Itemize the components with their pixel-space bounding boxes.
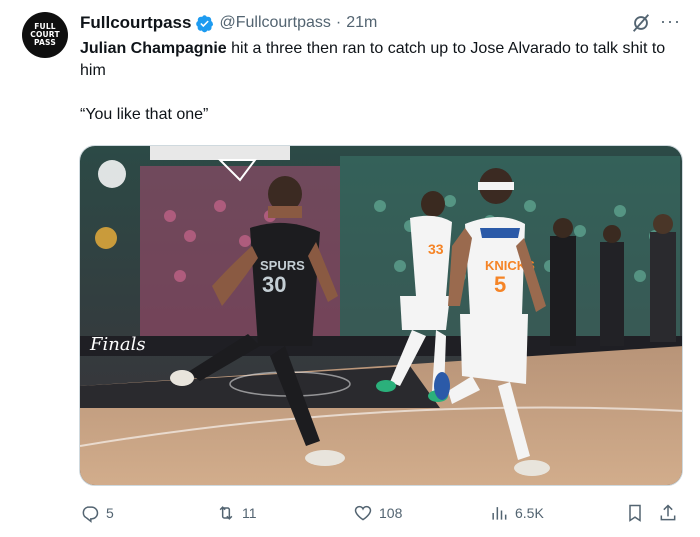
knicks-jersey-number: 5 bbox=[494, 272, 506, 297]
bookmark-icon bbox=[629, 504, 641, 522]
display-name[interactable]: Fullcourtpass bbox=[80, 13, 191, 33]
reply-count: 5 bbox=[106, 505, 114, 521]
like-count: 108 bbox=[379, 505, 403, 521]
heart-icon bbox=[354, 505, 372, 521]
tweet-text: Julian Champagnie hit a three then ran t… bbox=[80, 38, 680, 126]
view-count: 6.5K bbox=[515, 505, 544, 521]
grok-icon[interactable] bbox=[630, 12, 652, 34]
like-button[interactable]: 108 bbox=[353, 500, 402, 526]
tweet-actions: 5 11 108 6.5K bbox=[80, 500, 684, 526]
reply-icon bbox=[82, 506, 99, 523]
tweet[interactable]: FULL COURT PASS Fullcourtpass @Fullcourt… bbox=[0, 0, 700, 537]
finals-logo-text: Finals bbox=[89, 334, 146, 355]
verified-badge-icon bbox=[196, 14, 214, 32]
tweet-header: Fullcourtpass @Fullcourtpass · 21m bbox=[80, 12, 377, 34]
knicks-back-number: 33 bbox=[428, 241, 444, 257]
avatar[interactable]: FULL COURT PASS bbox=[22, 12, 68, 58]
more-options-icon[interactable]: ··· bbox=[660, 11, 681, 31]
share-icon bbox=[660, 504, 676, 521]
bookmark-button[interactable] bbox=[625, 500, 651, 526]
separator: · bbox=[335, 14, 342, 31]
handle[interactable]: @Fullcourtpass bbox=[219, 14, 330, 32]
reply-button[interactable]: 5 bbox=[80, 500, 114, 526]
tweet-quote: “You like that one” bbox=[80, 106, 209, 123]
repost-button[interactable]: 11 bbox=[216, 500, 257, 526]
video-media[interactable]: Finals SPURS 30 33 KNICKS 5 bbox=[79, 145, 683, 486]
share-button[interactable] bbox=[658, 500, 684, 526]
nba-logo bbox=[98, 160, 126, 188]
sideline-people bbox=[550, 214, 676, 346]
mention-name: Julian Champagnie bbox=[80, 40, 227, 57]
video-frame: Finals SPURS 30 33 KNICKS 5 bbox=[80, 146, 682, 485]
repost-count: 11 bbox=[242, 505, 257, 521]
spurs-jersey-name: SPURS bbox=[260, 258, 305, 273]
bar-chart-icon bbox=[492, 507, 507, 520]
timestamp[interactable]: 21m bbox=[346, 14, 377, 32]
repost-icon bbox=[219, 506, 233, 520]
avatar-line: PASS bbox=[34, 38, 56, 47]
spurs-jersey-number: 30 bbox=[262, 272, 286, 297]
views-button[interactable]: 6.5K bbox=[489, 500, 544, 526]
